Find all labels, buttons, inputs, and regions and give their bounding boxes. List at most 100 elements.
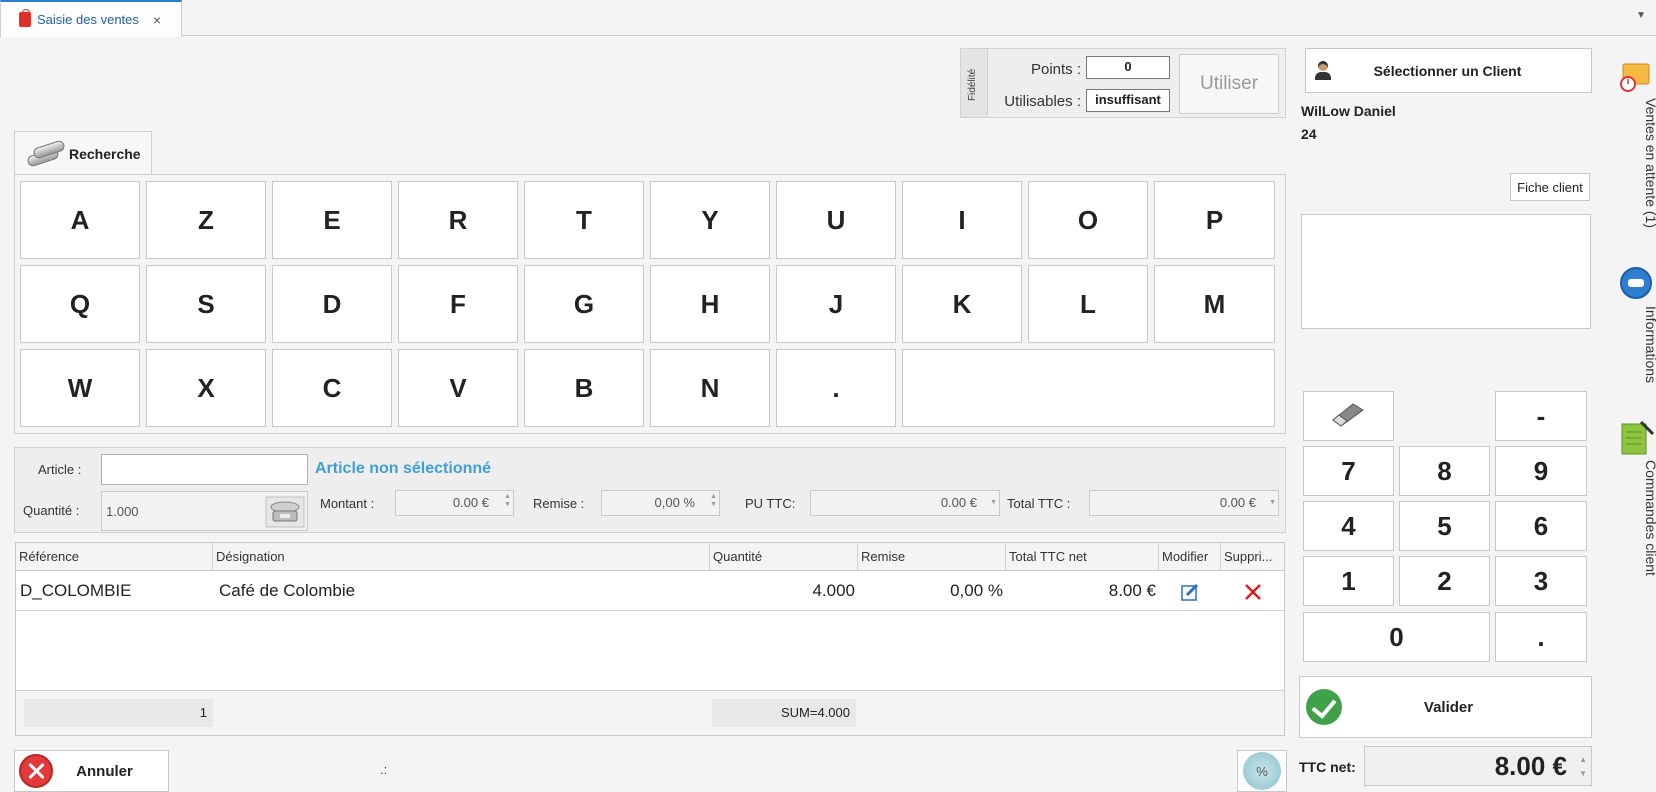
key-decimal[interactable]: .: [1495, 612, 1587, 662]
key-l[interactable]: L: [1028, 265, 1148, 343]
sales-grid: Référence Désignation Quantité Remise To…: [15, 542, 1285, 736]
key-u[interactable]: U: [776, 181, 896, 259]
key-e[interactable]: E: [272, 181, 392, 259]
article-panel: Article : Article non sélectionné Quanti…: [14, 447, 1286, 533]
key-0[interactable]: 0: [1303, 612, 1490, 662]
article-status: Article non sélectionné: [315, 460, 492, 477]
discount-field[interactable]: 0,00 % ▲ ▼: [601, 490, 720, 516]
tab-strip: Saisie des ventes × ▼: [0, 0, 1656, 37]
amount-field[interactable]: 0.00 € ▲ ▼: [395, 490, 514, 516]
spin-icon: ▲ ▼: [1579, 755, 1587, 778]
key-5[interactable]: 5: [1399, 501, 1490, 551]
validate-button[interactable]: Valider: [1299, 676, 1592, 738]
key-t[interactable]: T: [524, 181, 644, 259]
quantity-label: Quantité :: [23, 503, 80, 518]
row-count: 1: [24, 699, 213, 727]
key-m[interactable]: M: [1154, 265, 1275, 343]
key-v[interactable]: V: [398, 349, 518, 427]
key-z[interactable]: Z: [146, 181, 266, 259]
key-dot[interactable]: .: [776, 349, 896, 427]
key-h[interactable]: H: [650, 265, 770, 343]
col-quantity[interactable]: Quantité: [710, 543, 858, 571]
key-q[interactable]: Q: [20, 265, 140, 343]
key-4[interactable]: 4: [1303, 501, 1394, 551]
key-y[interactable]: Y: [650, 181, 770, 259]
total-net-label: TTC net:: [1299, 759, 1356, 775]
key-minus[interactable]: -: [1495, 391, 1587, 441]
eraser-icon: [1331, 403, 1364, 427]
key-o[interactable]: O: [1028, 181, 1148, 259]
key-space[interactable]: [902, 349, 1275, 427]
key-1[interactable]: 1: [1303, 556, 1394, 606]
key-7[interactable]: 7: [1303, 446, 1394, 496]
client-file-button[interactable]: Fiche client: [1510, 173, 1590, 201]
scale-icon[interactable]: [265, 496, 305, 528]
key-k[interactable]: K: [902, 265, 1022, 343]
key-2[interactable]: 2: [1399, 556, 1490, 606]
key-g[interactable]: G: [524, 265, 644, 343]
select-client-button[interactable]: Sélectionner un Client: [1305, 48, 1592, 93]
use-points-button[interactable]: Utiliser: [1179, 54, 1279, 114]
quantity-sum: SUM=4.000: [712, 699, 856, 727]
key-w[interactable]: W: [20, 349, 140, 427]
key-i[interactable]: I: [902, 181, 1022, 259]
delete-icon[interactable]: [1243, 582, 1263, 602]
key-s[interactable]: S: [146, 265, 266, 343]
side-item-client-orders[interactable]: Commandes client: [1616, 418, 1656, 578]
tab-recherche[interactable]: Recherche: [14, 131, 152, 175]
unit-price-label: PU TTC:: [745, 496, 796, 511]
chevron-down-icon[interactable]: ▼: [1636, 10, 1646, 21]
total-label: Total TTC :: [1007, 496, 1071, 511]
key-a[interactable]: A: [20, 181, 140, 259]
key-r[interactable]: R: [398, 181, 518, 259]
cancel-label: Annuler: [76, 762, 133, 780]
cell-quantity: 4.000: [812, 581, 855, 600]
discount-label: Remise :: [533, 496, 585, 511]
unit-price-field[interactable]: 0.00 € ▼: [810, 490, 1000, 516]
close-icon[interactable]: ×: [153, 12, 161, 28]
col-delete[interactable]: Suppri...: [1221, 543, 1284, 571]
spin-icon: ▲ ▼: [710, 493, 717, 508]
col-total[interactable]: Total TTC net: [1006, 543, 1159, 571]
col-modify[interactable]: Modifier: [1159, 543, 1221, 571]
col-designation[interactable]: Désignation: [213, 543, 710, 571]
total-field[interactable]: 0.00 € ▼: [1089, 490, 1279, 516]
edit-icon[interactable]: [1180, 582, 1200, 602]
clear-button[interactable]: [1303, 391, 1394, 441]
key-d[interactable]: D: [272, 265, 392, 343]
side-item-pending-sales[interactable]: Ventes en attente (1): [1616, 60, 1656, 230]
cancel-button[interactable]: Annuler: [14, 750, 169, 792]
validate-label: Valider: [1423, 698, 1474, 716]
key-8[interactable]: 8: [1399, 446, 1490, 496]
chevron-down-icon: ▼: [990, 499, 997, 506]
col-reference[interactable]: Référence: [16, 543, 213, 571]
key-6[interactable]: 6: [1495, 501, 1587, 551]
cell-reference: D_COLOMBIE: [20, 581, 132, 600]
key-j[interactable]: J: [776, 265, 896, 343]
points-label: Points :: [1030, 61, 1081, 78]
key-3[interactable]: 3: [1495, 556, 1587, 606]
key-x[interactable]: X: [146, 349, 266, 427]
key-9[interactable]: 9: [1495, 446, 1587, 496]
spin-icon: ▲ ▼: [504, 493, 511, 508]
key-p[interactable]: P: [1154, 181, 1275, 259]
key-n[interactable]: N: [650, 349, 770, 427]
status-text: .:: [380, 762, 388, 777]
tab-saisie-ventes[interactable]: Saisie des ventes ×: [0, 0, 182, 37]
table-row[interactable]: D_COLOMBIE Café de Colombie 4.000 0,00 %…: [16, 572, 1284, 611]
search-tab-label: Recherche: [69, 145, 141, 162]
key-c[interactable]: C: [272, 349, 392, 427]
total-net-value: 8.00 € ▲ ▼: [1364, 746, 1592, 786]
article-input[interactable]: [101, 454, 308, 485]
key-b[interactable]: B: [524, 349, 644, 427]
pending-sales-icon: [1620, 63, 1650, 92]
col-discount[interactable]: Remise: [858, 543, 1006, 571]
cell-total: 8.00 €: [1108, 581, 1156, 600]
cell-discount: 0,00 %: [950, 581, 1003, 600]
percent-icon: %: [1243, 752, 1281, 790]
global-discount-button[interactable]: %: [1237, 750, 1287, 792]
key-f[interactable]: F: [398, 265, 518, 343]
grid-footer: 1 SUM=4.000: [16, 690, 1284, 735]
side-item-informations[interactable]: Informations: [1616, 266, 1656, 396]
chevron-down-icon: ▼: [1269, 499, 1276, 506]
